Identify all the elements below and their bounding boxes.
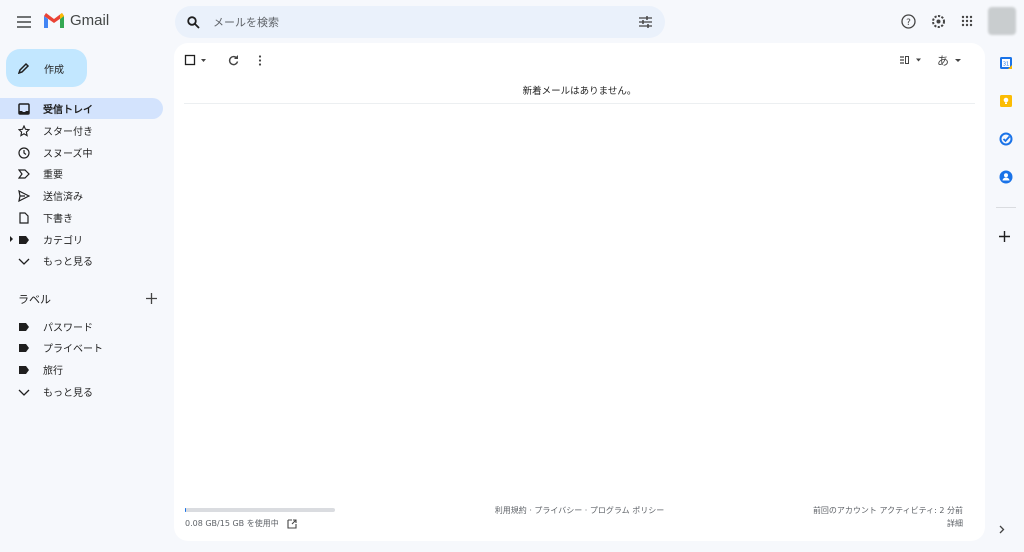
sidebar-item-sent[interactable]: 送信済み: [0, 185, 163, 206]
label-icon: [19, 322, 29, 331]
sidebar-item-inbox[interactable]: 受信トレイ: [0, 98, 163, 119]
label-item-travel[interactable]: 旅行: [0, 359, 163, 380]
mail-list-panel: あ 新着メールはありません。 0.08 GB/15 GB を使用中 利用規約 ·…: [174, 43, 985, 541]
gmail-m-icon: [44, 13, 64, 28]
sidebar-item-label: カテゴリ: [43, 236, 83, 247]
apps-grid-icon[interactable]: [960, 14, 974, 28]
labels-heading: ラベル: [18, 293, 51, 306]
search-icon[interactable]: [185, 14, 201, 30]
sidebar-item-more[interactable]: もっと見る: [0, 250, 163, 271]
compose-button[interactable]: 作成: [6, 49, 87, 87]
sidebar-item-label: スター付き: [43, 127, 93, 138]
sidebar-item-label: 重要: [43, 170, 63, 181]
caret-down-icon: [955, 58, 962, 62]
chevron-down-icon: [18, 389, 30, 396]
details-link[interactable]: 詳細: [947, 518, 963, 529]
search-bar[interactable]: [175, 6, 665, 38]
label-item-text: 旅行: [43, 366, 63, 377]
gmail-logo[interactable]: Gmail: [44, 12, 109, 29]
svg-text:?: ?: [906, 18, 911, 28]
label-item-text: もっと見る: [43, 388, 93, 399]
sidebar-item-starred[interactable]: スター付き: [0, 120, 163, 141]
keep-icon[interactable]: [998, 93, 1014, 109]
storage-usage: 0.08 GB/15 GB を使用中: [185, 518, 297, 529]
compose-label: 作成: [44, 64, 64, 76]
contacts-icon[interactable]: [998, 169, 1014, 185]
split-pane-toggle-icon[interactable]: [898, 53, 924, 67]
open-external-icon[interactable]: [287, 518, 297, 529]
refresh-icon[interactable]: [226, 53, 240, 67]
label-icon: [19, 235, 29, 244]
sidebar-item-label: スヌーズ中: [43, 149, 93, 160]
sidebar-item-categories[interactable]: カテゴリ: [0, 229, 163, 250]
storage-text: 0.08 GB/15 GB を使用中: [185, 519, 279, 528]
label-item-private[interactable]: プライベート: [0, 337, 163, 358]
draft-icon: [19, 211, 29, 224]
svg-text:31: 31: [1003, 62, 1009, 68]
sidebar-item-drafts[interactable]: 下書き: [0, 207, 163, 228]
label-item-text: パスワード: [43, 323, 93, 334]
main-menu-icon[interactable]: [14, 12, 34, 32]
account-avatar[interactable]: [988, 7, 1016, 35]
inbox-icon: [18, 102, 30, 115]
calendar-icon[interactable]: 31: [998, 55, 1014, 71]
sidebar-item-label: 送信済み: [43, 192, 83, 203]
sidebar-item-label: 受信トレイ: [43, 105, 93, 116]
chevron-down-icon: [18, 258, 30, 265]
label-icon: [19, 343, 29, 352]
divider: [184, 103, 975, 104]
sidebar-item-important[interactable]: 重要: [0, 163, 163, 184]
tasks-icon[interactable]: [998, 131, 1014, 147]
label-icon: [19, 365, 29, 374]
search-options-icon[interactable]: [637, 14, 653, 30]
expand-arrow-icon[interactable]: [10, 236, 13, 242]
chevron-right-icon[interactable]: [999, 525, 1011, 538]
search-input[interactable]: [213, 6, 613, 38]
more-vert-icon[interactable]: [254, 53, 266, 67]
divider: [996, 207, 1016, 208]
star-icon: [18, 124, 30, 137]
label-item-passwords[interactable]: パスワード: [0, 316, 163, 337]
input-tools-toggle[interactable]: あ: [937, 52, 962, 69]
sidebar-item-snoozed[interactable]: スヌーズ中: [0, 142, 163, 163]
add-addon-plus-icon[interactable]: [998, 230, 1014, 246]
important-icon: [18, 168, 30, 179]
empty-inbox-message: 新着メールはありません。: [522, 86, 637, 97]
pencil-icon: [18, 62, 30, 74]
select-checkbox-dropdown[interactable]: [184, 53, 210, 67]
sidebar-item-label: もっと見る: [43, 257, 93, 268]
help-icon[interactable]: ?: [900, 13, 916, 29]
send-icon: [18, 189, 30, 202]
label-item-text: プライベート: [43, 344, 103, 355]
add-label-plus-icon[interactable]: [144, 291, 158, 305]
last-activity: 前回のアカウント アクティビティ: 2 分前: [812, 506, 963, 515]
app-name: Gmail: [70, 12, 110, 29]
clock-icon: [18, 146, 30, 159]
settings-gear-icon[interactable]: [930, 13, 946, 29]
sidebar-item-label: 下書き: [43, 214, 73, 225]
label-item-more[interactable]: もっと見る: [0, 381, 163, 402]
input-tool-label: あ: [937, 54, 950, 68]
